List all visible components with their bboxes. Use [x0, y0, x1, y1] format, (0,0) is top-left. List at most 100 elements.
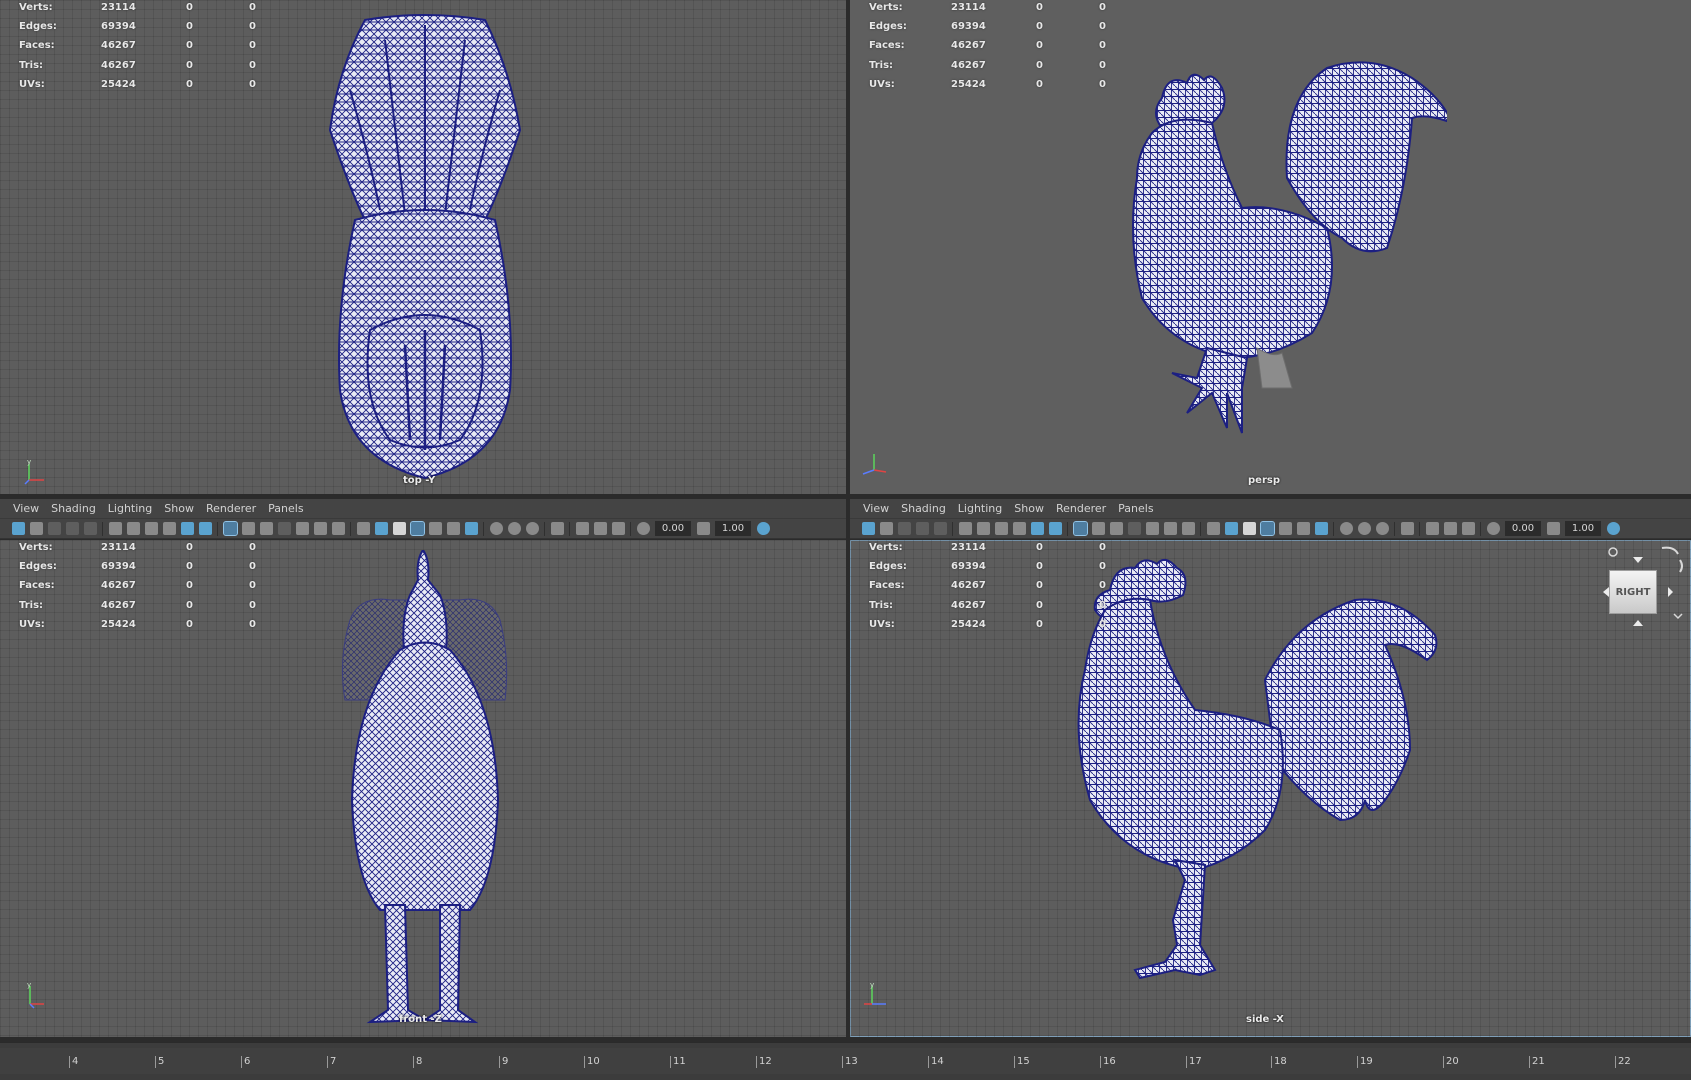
- brush-icon[interactable]: [198, 522, 212, 535]
- time-slider[interactable]: 4 5 6 7 8 9 10 11 12 13 14 15 16 17 18 1…: [0, 1042, 1691, 1080]
- ambient-occlusion-icon[interactable]: [1339, 522, 1353, 535]
- menu-view[interactable]: View: [0, 502, 45, 515]
- textured-icon[interactable]: [1278, 522, 1292, 535]
- textured-icon[interactable]: [428, 522, 442, 535]
- viewport-persp[interactable]: Verts: 23114 0 0 Edges: 69394 0 0 Faces: 46267 0…: [850, 0, 1691, 494]
- color-management-icon[interactable]: [1606, 522, 1620, 535]
- 2d-pan-zoom-icon[interactable]: [83, 522, 97, 535]
- smooth-shade-icon[interactable]: [1224, 522, 1238, 535]
- brush-icon[interactable]: [1048, 522, 1062, 535]
- exposure-field[interactable]: 0.00: [655, 521, 691, 536]
- menu-lighting[interactable]: Lighting: [952, 502, 1008, 515]
- bookmark-icon[interactable]: [897, 522, 911, 535]
- wireframe-on-shaded-icon[interactable]: [1259, 521, 1275, 536]
- film-gate-icon[interactable]: [241, 522, 255, 535]
- color-management-icon[interactable]: [756, 522, 770, 535]
- rooster-mesh-persp-view[interactable]: [1112, 58, 1447, 468]
- lights-icon[interactable]: [1296, 522, 1310, 535]
- frame-tick: [1186, 1056, 1187, 1068]
- camera-icon[interactable]: [976, 522, 990, 535]
- time-slider-track[interactable]: 4 5 6 7 8 9 10 11 12 13 14 15 16 17 18 1…: [0, 1048, 1691, 1074]
- exposure-field[interactable]: 0.00: [1505, 521, 1541, 536]
- menu-show[interactable]: Show: [158, 502, 200, 515]
- smooth-shade-icon[interactable]: [374, 522, 388, 535]
- backface-culling-icon[interactable]: [611, 522, 625, 535]
- pin-icon[interactable]: [1012, 522, 1026, 535]
- field-chart-icon[interactable]: [295, 522, 309, 535]
- svg-text:y: y: [27, 982, 31, 989]
- image-plane-icon[interactable]: [915, 522, 929, 535]
- wireframe-icon[interactable]: [356, 522, 370, 535]
- isolate-select-icon[interactable]: [550, 522, 564, 535]
- wireframe-on-shaded-icon[interactable]: [409, 521, 425, 536]
- exposure-icon[interactable]: [636, 522, 650, 535]
- grease-pencil-icon[interactable]: [1030, 522, 1044, 535]
- camera-icon[interactable]: [126, 522, 140, 535]
- xray-joints-icon[interactable]: [593, 522, 607, 535]
- lights-icon[interactable]: [446, 522, 460, 535]
- menu-shading[interactable]: Shading: [895, 502, 952, 515]
- safe-title-icon[interactable]: [1181, 522, 1195, 535]
- menu-panels[interactable]: Panels: [1112, 502, 1159, 515]
- viewport-side[interactable]: Verts: 23114 0 0 Edges: 69394 0 0 Faces: 46267 0…: [850, 540, 1691, 1037]
- rooster-mesh-side-view[interactable]: [1065, 550, 1465, 1030]
- bookmark-icon[interactable]: [47, 522, 61, 535]
- bookmark-camera-icon[interactable]: [144, 522, 158, 535]
- view-cube-icon[interactable]: RIGHT: [1609, 570, 1657, 614]
- 2d-pan-zoom-icon[interactable]: [933, 522, 947, 535]
- viewport-front[interactable]: Verts: 23114 0 0 Edges: 69394 0 0 Faces: 46267 0…: [0, 540, 846, 1037]
- grid-toggle-icon[interactable]: [222, 521, 238, 536]
- image-plane-icon[interactable]: [65, 522, 79, 535]
- resolution-gate-icon[interactable]: [259, 522, 273, 535]
- select-camera-icon[interactable]: [861, 522, 875, 535]
- grease-pencil-icon[interactable]: [180, 522, 194, 535]
- viewport-top[interactable]: Verts: 23114 0 0 Edges: 69394 0 0 Faces: 46267 0…: [0, 0, 846, 494]
- menu-show[interactable]: Show: [1008, 502, 1050, 515]
- gamma-field[interactable]: 1.00: [715, 521, 751, 536]
- lock-camera-icon[interactable]: [958, 522, 972, 535]
- pin-icon[interactable]: [162, 522, 176, 535]
- ambient-occlusion-icon[interactable]: [489, 522, 503, 535]
- resolution-gate-icon[interactable]: [1109, 522, 1123, 535]
- panel-toolbar-side: 0.00 1.00: [850, 518, 1691, 539]
- default-material-icon[interactable]: [392, 522, 406, 535]
- anti-aliasing-icon[interactable]: [1375, 522, 1389, 535]
- anti-aliasing-icon[interactable]: [525, 522, 539, 535]
- menu-panels[interactable]: Panels: [262, 502, 309, 515]
- menu-shading[interactable]: Shading: [45, 502, 102, 515]
- gate-mask-icon[interactable]: [1127, 522, 1141, 535]
- safe-title-icon[interactable]: [331, 522, 345, 535]
- grid-toggle-icon[interactable]: [1072, 521, 1088, 536]
- film-gate-icon[interactable]: [1091, 522, 1105, 535]
- rooster-mesh-top-view[interactable]: [310, 10, 540, 485]
- isolate-select-icon[interactable]: [1400, 522, 1414, 535]
- camera-attributes-icon[interactable]: [29, 522, 43, 535]
- select-camera-icon[interactable]: [11, 522, 25, 535]
- wireframe-icon[interactable]: [1206, 522, 1220, 535]
- gate-mask-icon[interactable]: [277, 522, 291, 535]
- gamma-field[interactable]: 1.00: [1565, 521, 1601, 536]
- shadows-icon[interactable]: [464, 522, 478, 535]
- shadows-icon[interactable]: [1314, 522, 1328, 535]
- menu-view[interactable]: View: [850, 502, 895, 515]
- xray-joints-icon[interactable]: [1443, 522, 1457, 535]
- default-material-icon[interactable]: [1242, 522, 1256, 535]
- motion-blur-icon[interactable]: [1357, 522, 1371, 535]
- exposure-icon[interactable]: [1486, 522, 1500, 535]
- menu-renderer[interactable]: Renderer: [1050, 502, 1112, 515]
- lock-camera-icon[interactable]: [108, 522, 122, 535]
- xray-icon[interactable]: [575, 522, 589, 535]
- camera-attributes-icon[interactable]: [879, 522, 893, 535]
- xray-icon[interactable]: [1425, 522, 1439, 535]
- menu-renderer[interactable]: Renderer: [200, 502, 262, 515]
- bookmark-camera-icon[interactable]: [994, 522, 1008, 535]
- safe-action-icon[interactable]: [313, 522, 327, 535]
- field-chart-icon[interactable]: [1145, 522, 1159, 535]
- menu-lighting[interactable]: Lighting: [102, 502, 158, 515]
- gamma-icon[interactable]: [696, 522, 710, 535]
- gamma-icon[interactable]: [1546, 522, 1560, 535]
- rooster-mesh-front-view[interactable]: [330, 550, 520, 1030]
- motion-blur-icon[interactable]: [507, 522, 521, 535]
- safe-action-icon[interactable]: [1163, 522, 1177, 535]
- backface-culling-icon[interactable]: [1461, 522, 1475, 535]
